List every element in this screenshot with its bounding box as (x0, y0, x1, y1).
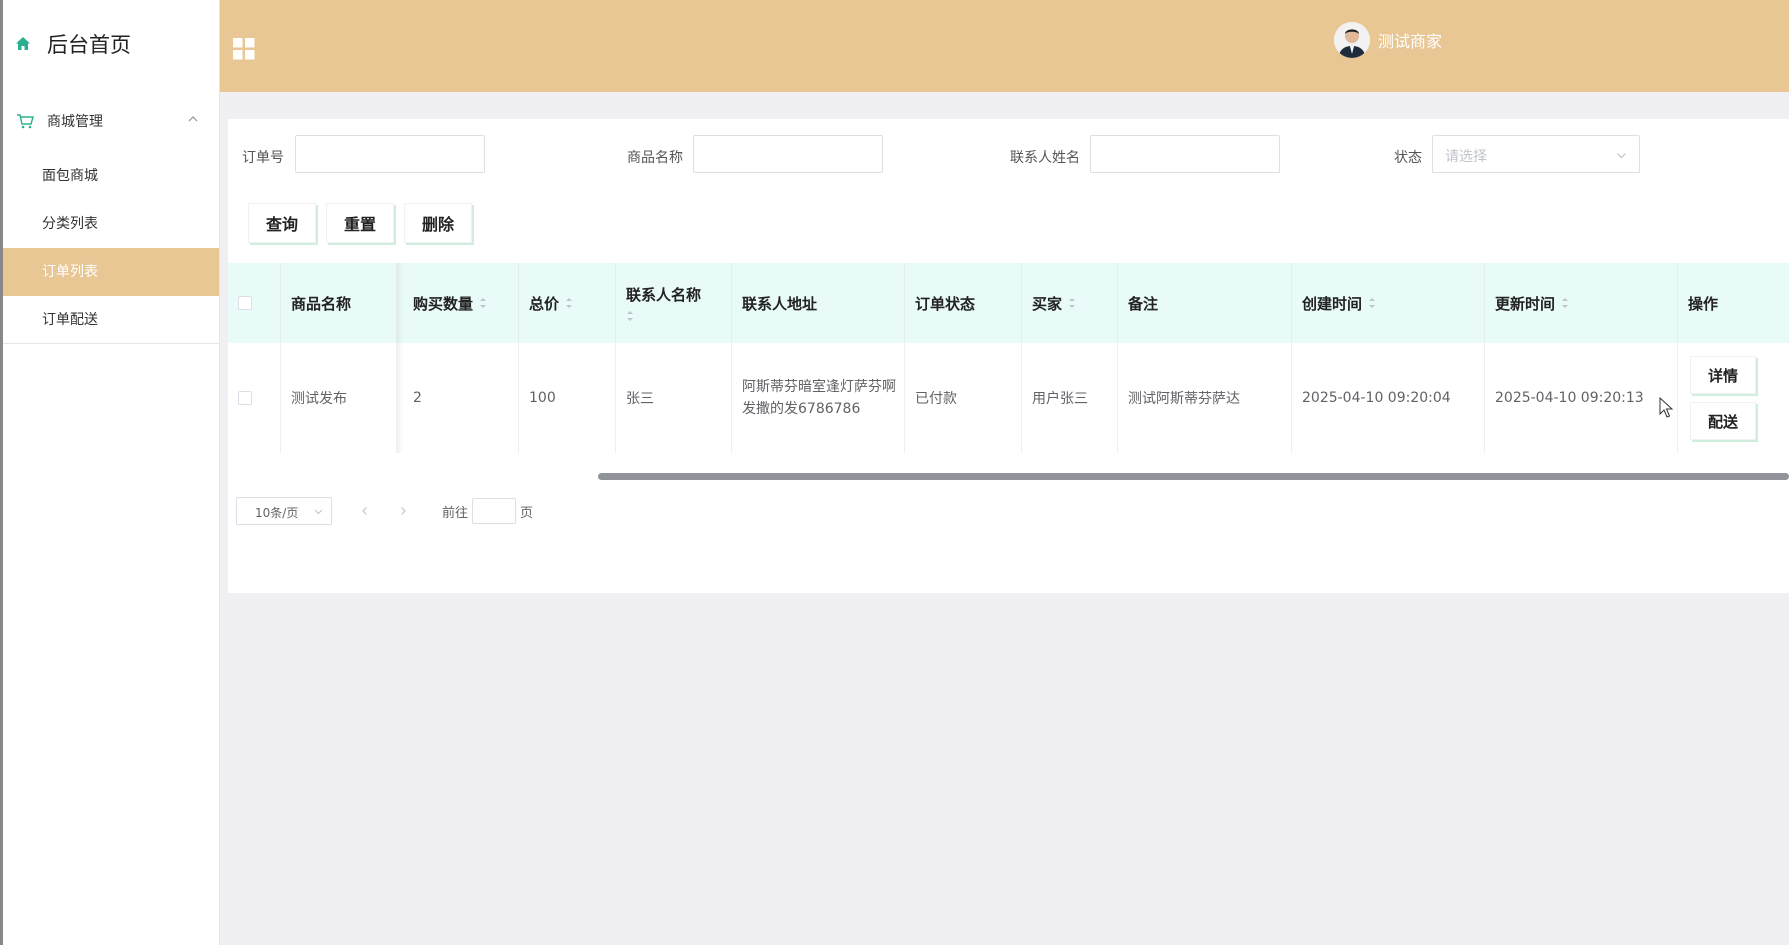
sidebar-item-order-delivery[interactable]: 订单配送 (3, 296, 219, 344)
sort-icon[interactable] (565, 296, 573, 310)
cell-order-status: 已付款 (905, 343, 1022, 453)
mouse-cursor-icon (1659, 397, 1673, 418)
top-header: 测试商家 (220, 0, 1789, 92)
detail-button[interactable]: 详情 (1690, 356, 1756, 394)
page-suffix: 页 (520, 505, 534, 521)
prev-page-icon[interactable] (360, 506, 370, 516)
col-created-time[interactable]: 创建时间 (1292, 263, 1485, 343)
contact-name-label: 联系人姓名 (1010, 150, 1080, 166)
user-avatar-icon (1334, 22, 1370, 58)
reset-button[interactable]: 重置 (326, 203, 395, 243)
table-header: 商品名称 购买数量 总价 联系人名称 联系人地址 订单状态 买家 备注 创建时间… (228, 263, 1789, 343)
order-list-card: 订单号 商品名称 联系人姓名 状态 请选择 查询 重置 删除 商品名称 购买数量… (228, 119, 1789, 593)
goto-page-input[interactable] (472, 498, 517, 524)
filter-bar: 订单号 商品名称 联系人姓名 状态 请选择 (228, 135, 1789, 175)
grid-menu-icon[interactable] (233, 38, 255, 60)
product-name-label: 商品名称 (627, 150, 683, 166)
order-table: 商品名称 购买数量 总价 联系人名称 联系人地址 订单状态 买家 备注 创建时间… (228, 263, 1789, 453)
chevron-down-icon (1617, 153, 1626, 159)
sort-icon[interactable] (1561, 296, 1569, 310)
col-total[interactable]: 总价 (519, 263, 616, 343)
contact-name-input[interactable] (1090, 135, 1280, 173)
cell-updated-time: 2025-04-10 09:20:13 (1485, 343, 1678, 453)
cell-buyer: 用户张三 (1022, 343, 1118, 453)
next-page-icon[interactable] (398, 506, 408, 516)
sidebar: 后台首页 商城管理 面包商城 分类列表 订单列表 订单配送 (0, 0, 220, 945)
sidebar-group-label: 商城管理 (47, 114, 103, 130)
cell-created-time: 2025-04-10 09:20:04 (1292, 343, 1485, 453)
cell-actions: 详情 配送 (1678, 343, 1789, 453)
order-no-input[interactable] (295, 135, 485, 173)
sort-icon[interactable] (1068, 296, 1076, 310)
cell-product: 测试发布 (281, 343, 397, 453)
cart-icon (17, 114, 34, 129)
cell-contact-name: 张三 (616, 343, 732, 453)
select-all-checkbox[interactable] (238, 296, 252, 310)
col-product: 商品名称 (281, 263, 397, 343)
sidebar-home[interactable]: 后台首页 (3, 0, 219, 88)
deliver-button[interactable]: 配送 (1690, 402, 1756, 440)
pagination: 10条/页 前往 页 (236, 497, 533, 525)
table-horizontal-scrollbar[interactable] (598, 473, 1789, 480)
page-size-value: 10条/页 (255, 506, 299, 520)
delete-button[interactable]: 删除 (404, 203, 473, 243)
page-size-select[interactable]: 10条/页 (236, 497, 332, 525)
col-buyer[interactable]: 买家 (1022, 263, 1118, 343)
avatar (1334, 22, 1370, 58)
col-qty[interactable]: 购买数量 (403, 263, 519, 343)
header-checkbox-cell (228, 263, 281, 343)
col-updated-time[interactable]: 更新时间 (1485, 263, 1678, 343)
cell-total: 100 (519, 343, 616, 453)
goto-label: 前往 (442, 505, 469, 521)
table-row: 测试发布 2 100 张三 阿斯蒂芬暗室逢灯萨芬啊发撒的发6786786 已付款… (228, 343, 1789, 453)
col-contact-address: 联系人地址 (732, 263, 905, 343)
sort-icon[interactable] (1368, 296, 1376, 310)
status-select[interactable]: 请选择 (1432, 135, 1640, 173)
chevron-up-icon (188, 116, 198, 122)
sidebar-item-category-list[interactable]: 分类列表 (3, 200, 219, 248)
product-name-input[interactable] (693, 135, 883, 173)
col-contact-name[interactable]: 联系人名称 (616, 263, 732, 343)
sort-icon[interactable] (626, 309, 634, 323)
cell-qty: 2 (403, 343, 519, 453)
col-remark: 备注 (1118, 263, 1292, 343)
sidebar-item-order-list[interactable]: 订单列表 (3, 248, 219, 296)
sidebar-group-mall[interactable]: 商城管理 (3, 90, 219, 152)
action-buttons: 查询 重置 删除 (248, 203, 482, 243)
col-order-status: 订单状态 (905, 263, 1022, 343)
status-placeholder: 请选择 (1445, 149, 1487, 165)
cell-contact-address: 阿斯蒂芬暗室逢灯萨芬啊发撒的发6786786 (732, 343, 905, 453)
col-actions: 操作 (1688, 294, 1719, 313)
sidebar-item-bread-mall[interactable]: 面包商城 (3, 152, 219, 200)
row-checkbox-cell (228, 343, 281, 453)
user-menu[interactable]: 测试商家 (1334, 22, 1442, 58)
sort-icon[interactable] (479, 296, 487, 310)
user-name: 测试商家 (1378, 32, 1443, 51)
cell-remark: 测试阿斯蒂芬萨达 (1118, 343, 1292, 453)
status-label: 状态 (1394, 150, 1422, 166)
order-no-label: 订单号 (242, 150, 284, 166)
sidebar-home-label: 后台首页 (47, 33, 131, 57)
fixed-column-shadow (397, 263, 403, 453)
query-button[interactable]: 查询 (248, 203, 317, 243)
row-checkbox[interactable] (238, 391, 252, 405)
home-icon (16, 37, 30, 50)
chevron-down-icon (314, 509, 323, 515)
